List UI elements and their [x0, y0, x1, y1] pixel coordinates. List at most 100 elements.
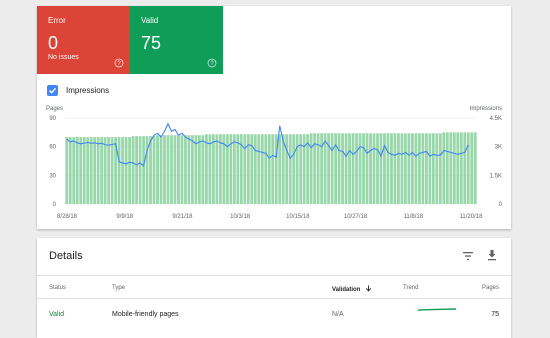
pages-bar	[236, 134, 240, 204]
right-tick-label: 3K	[495, 145, 502, 151]
pages-bar	[194, 135, 198, 204]
pages-bar	[386, 133, 390, 204]
pages-bar	[215, 134, 219, 204]
left-axis-ticks: 90 60 30 0	[49, 116, 56, 208]
pages-bar	[397, 133, 400, 204]
pages-bar	[323, 133, 327, 204]
pages-bar	[438, 133, 442, 204]
column-validation[interactable]: Validation	[332, 285, 372, 293]
pages-bar	[372, 133, 376, 204]
pages-bar	[225, 134, 229, 204]
x-tick-label: 10/3/18	[230, 214, 251, 220]
pages-bar	[82, 137, 86, 204]
pages-bar	[257, 134, 261, 204]
details-title: Details	[49, 250, 83, 262]
pages-bar	[351, 133, 355, 204]
pages-bar	[271, 134, 275, 204]
filter-icon[interactable]	[462, 250, 474, 262]
pages-bar	[138, 136, 142, 204]
pages-bar	[320, 133, 324, 204]
pages-bar	[128, 137, 131, 204]
pages-bar	[452, 132, 456, 204]
pages-bar	[466, 132, 470, 204]
right-axis-ticks: 4.5K 3K 1.5K 0	[490, 116, 503, 208]
pages-bar	[278, 134, 282, 204]
column-type[interactable]: Type	[112, 285, 125, 291]
pages-bar	[121, 137, 124, 204]
pages-bar	[208, 134, 212, 204]
pages-bar	[124, 137, 128, 204]
pages-bar	[442, 132, 446, 204]
pages-bar	[117, 137, 121, 204]
pages-bar	[187, 135, 191, 204]
pages-bar	[344, 133, 348, 204]
pages-bar	[65, 137, 69, 204]
pages-bar	[358, 133, 362, 204]
pages-bar	[131, 136, 135, 204]
right-tick-label: 4.5K	[490, 116, 502, 122]
row-pages: 75	[491, 311, 499, 318]
pages-bar	[431, 133, 435, 204]
pages-bar	[383, 133, 386, 204]
pages-bar	[173, 135, 177, 204]
pages-bar	[292, 134, 296, 204]
pages-bar	[250, 134, 254, 204]
pages-bar	[100, 137, 104, 204]
pages-bar	[414, 133, 418, 204]
pages-bar	[445, 132, 449, 204]
right-axis-title: Impressions	[470, 106, 502, 112]
pages-bar	[424, 133, 428, 204]
pages-bar	[376, 133, 379, 204]
pages-bar	[400, 133, 404, 204]
right-tick-label: 1.5K	[490, 173, 502, 179]
column-status[interactable]: Status	[49, 285, 66, 291]
pages-bar	[218, 134, 222, 204]
pages-bar	[72, 137, 76, 204]
x-tick-label: 10/27/18	[344, 214, 368, 220]
pages-bar	[163, 135, 166, 204]
pages-bar	[470, 132, 474, 204]
pages-bar	[149, 136, 152, 204]
pages-bars	[65, 132, 477, 204]
pages-bar	[449, 132, 453, 204]
pages-bar	[110, 137, 114, 204]
pages-bar	[456, 132, 460, 204]
pages-bar	[463, 132, 467, 204]
pages-bar	[411, 133, 414, 204]
header-divider	[37, 275, 511, 276]
pages-bar	[89, 137, 93, 204]
pages-bar	[243, 134, 247, 204]
x-tick-label: 11/8/18	[404, 214, 424, 220]
download-icon[interactable]	[486, 249, 498, 261]
pages-bar	[435, 133, 439, 204]
pages-bar	[152, 136, 156, 204]
x-axis-ticks: 8/28/18 9/9/18 9/21/18 10/3/18 10/15/18 10/27…	[57, 214, 483, 220]
pages-bar	[407, 133, 411, 204]
coverage-chart: Pages Impressions 90 60 30 0 4.5K 3K 1.5K 0 8/…	[46, 106, 503, 220]
pages-bar	[473, 132, 477, 204]
left-axis-title: Pages	[46, 106, 63, 112]
pages-bar	[355, 133, 358, 204]
column-trend[interactable]: Trend	[403, 285, 418, 291]
pages-bar	[309, 133, 313, 204]
pages-bar	[103, 137, 107, 204]
column-pages[interactable]: Pages	[482, 285, 499, 291]
pages-bar	[96, 137, 100, 204]
pages-bar	[302, 134, 306, 204]
pages-bar	[362, 133, 365, 204]
pages-bar	[295, 134, 299, 204]
pages-bar	[337, 133, 341, 204]
pages-bar	[177, 135, 180, 204]
right-tick-label: 0	[499, 202, 503, 208]
pages-bar	[198, 135, 201, 204]
pages-bar	[68, 137, 72, 204]
pages-bar	[428, 133, 432, 204]
pages-bar	[341, 133, 344, 204]
pages-bar	[232, 134, 236, 204]
pages-bar	[260, 134, 264, 204]
pages-bar	[288, 134, 292, 204]
pages-bar	[191, 135, 194, 204]
pages-bar	[393, 133, 397, 204]
left-tick-label: 30	[49, 173, 56, 179]
pages-bar	[369, 133, 372, 204]
